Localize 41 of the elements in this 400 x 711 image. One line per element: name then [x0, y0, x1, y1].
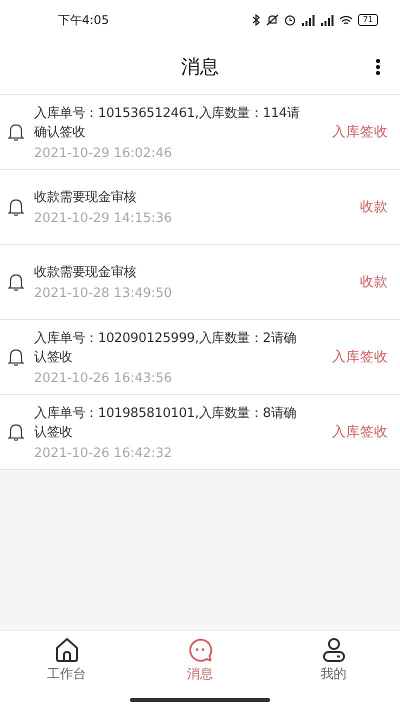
user-icon: [320, 637, 346, 663]
bell-icon: [8, 348, 24, 366]
signal-icon: [300, 14, 315, 26]
bluetooth-icon: [252, 14, 261, 26]
message-item[interactable]: 入库单号：102090125999,入库数量：2请确认签收 2021-10-26 16:43:56 入库签收: [0, 320, 400, 394]
alarm-icon: [284, 14, 296, 26]
page-title: 消息: [181, 55, 219, 80]
message-item[interactable]: 收款需要现金审核 2021-10-29 14:15:36 收款: [0, 170, 400, 244]
bell-icon: [8, 273, 24, 291]
message-text: 收款需要现金审核: [34, 264, 138, 282]
message-text: 入库单号：101536512461,入库数量：114请确认签收: [34, 104, 301, 142]
signal-icon: [320, 14, 334, 26]
message-text: 入库单号：102090125999,入库数量：2请确认签收: [34, 330, 298, 366]
tab-item[interactable]: 消息: [134, 637, 266, 693]
action-link[interactable]: 入库签收: [332, 123, 388, 141]
action-link[interactable]: 入库签收: [332, 348, 388, 366]
message-time: 2021-10-26 16:42:32: [34, 446, 174, 460]
action-link[interactable]: 收款: [360, 198, 388, 216]
action-link[interactable]: 收款: [360, 273, 388, 291]
more-icon[interactable]: [376, 59, 380, 75]
tab-item[interactable]: 我的: [267, 637, 400, 693]
bell-icon: [8, 198, 24, 216]
message-item[interactable]: 入库单号：101536512461,入库数量：114请确认签收 2021-10-29 16:02:46 入库签收: [0, 95, 400, 169]
message-time: 2021-10-29 14:15:36: [34, 211, 174, 226]
message-item[interactable]: 收款需要现金审核 2021-10-28 13:49:50 收款: [0, 245, 400, 319]
bell-icon: [8, 123, 24, 141]
muted-bell-icon: [266, 14, 279, 26]
chat-bubble-icon: [187, 637, 213, 663]
message-time: 2021-10-29 16:02:46: [34, 146, 174, 160]
action-link[interactable]: 入库签收: [332, 423, 388, 441]
message-time: 2021-10-28 13:49:50: [34, 286, 174, 301]
tab-item[interactable]: 工作台: [0, 637, 133, 693]
message-text: 入库单号：101985810101,入库数量：8请确认签收: [34, 404, 298, 442]
message-text: 收款需要现金审核: [34, 189, 138, 207]
home-icon: [54, 637, 80, 663]
battery-level: 71: [358, 14, 378, 26]
message-item[interactable]: 入库单号：101985810101,入库数量：8请确认签收 2021-10-26 16:42:32 入库签收: [0, 395, 400, 469]
wifi-icon: [338, 14, 353, 26]
status-time: 下午4:05: [58, 12, 109, 28]
message-time: 2021-10-26 16:43:56: [34, 370, 174, 386]
bell-icon: [8, 423, 24, 441]
